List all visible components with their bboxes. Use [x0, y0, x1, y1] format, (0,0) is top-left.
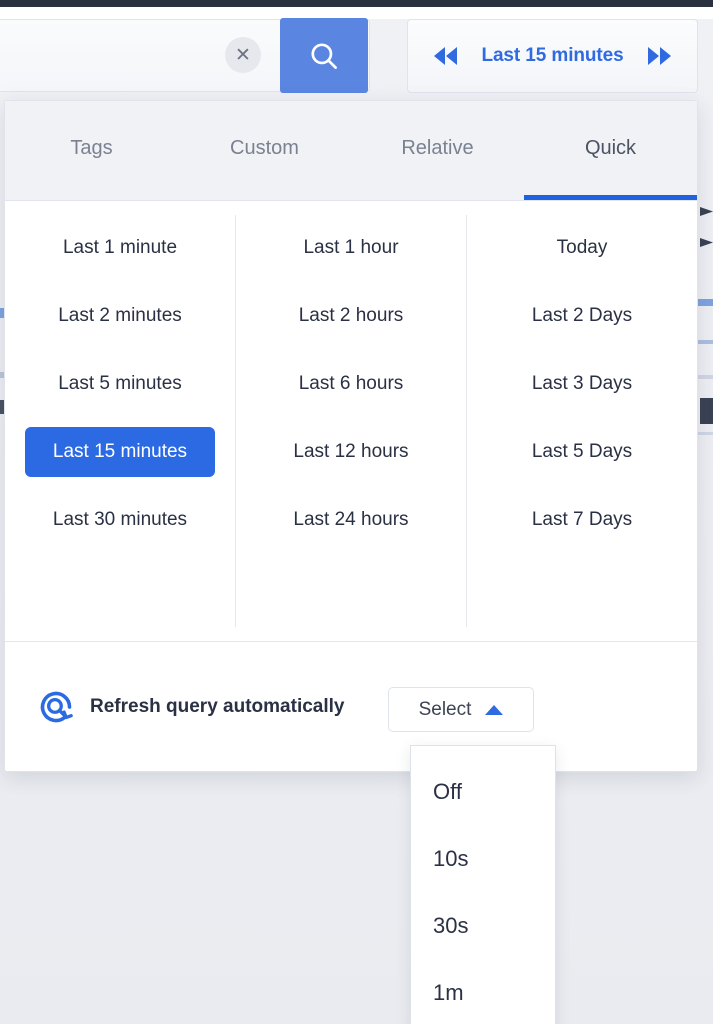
- time-range-control[interactable]: Last 15 minutes: [407, 19, 698, 93]
- tab-label: Tags: [70, 137, 113, 159]
- tab-tags[interactable]: Tags: [5, 101, 178, 200]
- time-range-label: Last 15 minutes: [481, 45, 624, 66]
- tab-label: Relative: [401, 137, 474, 159]
- double-arrow-left-icon[interactable]: [434, 47, 457, 65]
- refresh-interval-select-button[interactable]: Select: [388, 687, 534, 732]
- quick-range-option[interactable]: Last 5 Days: [522, 437, 642, 467]
- quick-column-hours: Last 1 hour Last 2 hours Last 6 hours La…: [236, 215, 467, 627]
- quick-ranges-grid: Last 1 minute Last 2 minutes Last 5 minu…: [5, 201, 697, 639]
- quick-range-option[interactable]: Last 1 hour: [293, 233, 408, 263]
- refresh-query-icon: [40, 691, 73, 723]
- tab-quick[interactable]: Quick: [524, 101, 697, 200]
- search-submit-button[interactable]: [280, 18, 368, 93]
- tab-label: Quick: [584, 137, 637, 159]
- clear-search-icon-button[interactable]: ✕: [225, 37, 261, 73]
- quick-range-option[interactable]: Last 7 Days: [522, 505, 642, 535]
- quick-range-option[interactable]: Last 6 hours: [289, 369, 414, 399]
- quick-range-option[interactable]: Last 24 hours: [283, 505, 418, 535]
- quick-range-option-selected[interactable]: Last 15 minutes: [24, 427, 216, 477]
- quick-range-option[interactable]: Last 2 hours: [289, 301, 414, 331]
- background-widget-sliver-7: [698, 432, 713, 435]
- close-x-icon: ✕: [235, 44, 251, 66]
- background-widget-sliver-5: [698, 375, 713, 379]
- tab-label: Custom: [230, 137, 299, 159]
- quick-range-option[interactable]: Last 12 hours: [283, 437, 418, 467]
- quick-range-option[interactable]: Last 30 minutes: [43, 505, 197, 535]
- quick-range-option[interactable]: Last 1 minute: [53, 233, 187, 263]
- tab-relative[interactable]: Relative: [351, 101, 524, 200]
- refresh-interval-option[interactable]: 30s: [411, 892, 555, 959]
- magnifier-icon: [311, 42, 337, 69]
- time-range-picker-popup: Tags Custom Relative Quick Last 1 minute…: [4, 100, 698, 772]
- picker-tabs: Tags Custom Relative Quick: [5, 101, 697, 201]
- refresh-query-row: Refresh query automatically Select: [5, 641, 697, 772]
- refresh-interval-dropdown: Off 10s 30s 1m: [410, 745, 556, 1024]
- quick-range-option[interactable]: Last 5 minutes: [48, 369, 192, 399]
- window-titlebar: [0, 0, 713, 7]
- caret-up-icon: [485, 704, 504, 715]
- quick-range-option[interactable]: Today: [547, 233, 618, 263]
- background-widget-sliver-3: [698, 299, 713, 306]
- background-widget-sliver-4: [698, 340, 713, 344]
- quick-range-option[interactable]: Last 3 Days: [522, 369, 642, 399]
- quick-column-minutes: Last 1 minute Last 2 minutes Last 5 minu…: [5, 215, 236, 627]
- background-widget-sliver-6: [700, 398, 713, 424]
- tab-custom[interactable]: Custom: [178, 101, 351, 200]
- quick-range-option[interactable]: Last 2 Days: [522, 301, 642, 331]
- refresh-query-label: Refresh query automatically: [90, 696, 345, 717]
- refresh-interval-option[interactable]: 1m: [411, 959, 555, 1024]
- quick-range-option[interactable]: Last 2 minutes: [48, 301, 192, 331]
- quick-column-days: Today Last 2 Days Last 3 Days Last 5 Day…: [467, 215, 697, 627]
- double-arrow-right-icon[interactable]: [647, 47, 671, 65]
- refresh-select-label: Select: [418, 698, 472, 720]
- refresh-interval-option[interactable]: Off: [411, 758, 555, 825]
- refresh-interval-option[interactable]: 10s: [411, 825, 555, 892]
